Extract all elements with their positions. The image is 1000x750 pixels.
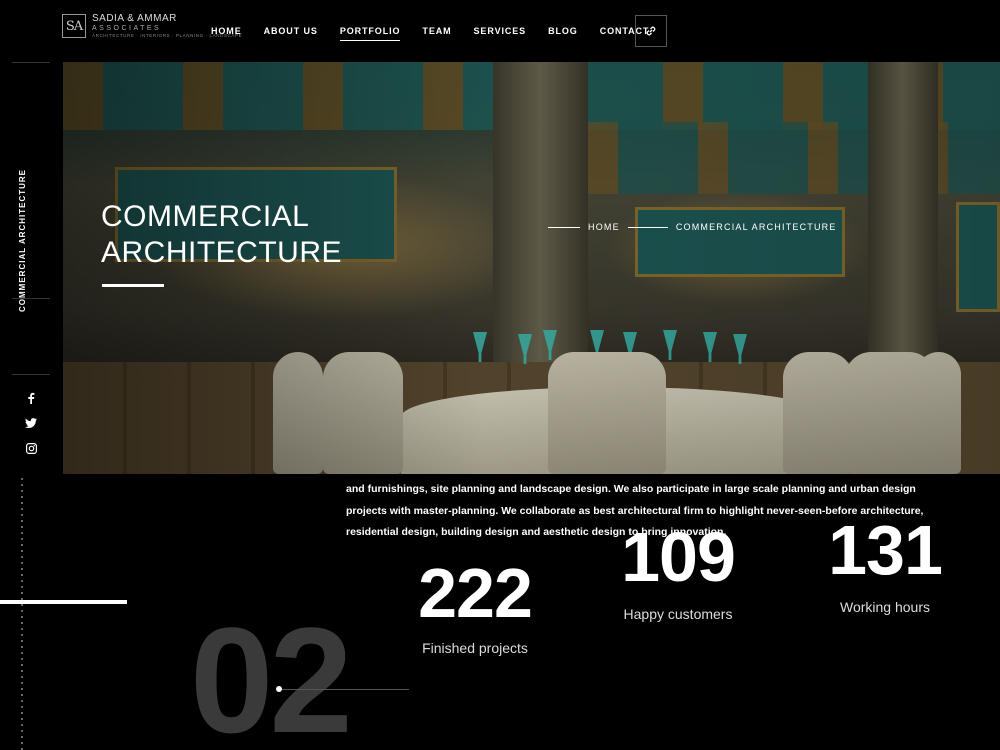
breadcrumb: HOME COMMERCIAL ARCHITECTURE [548, 222, 837, 232]
stat-working-hours: 131 Working hours [815, 515, 955, 615]
nav-portfolio[interactable]: PORTFOLIO [329, 0, 412, 62]
stat-label: Happy customers [623, 606, 733, 622]
sidebar-divider [12, 374, 50, 375]
nav-team[interactable]: TEAM [411, 0, 462, 62]
facebook-link[interactable] [22, 389, 40, 407]
twitter-icon [25, 418, 37, 428]
twitter-link[interactable] [22, 414, 40, 432]
slider-track[interactable] [279, 689, 409, 690]
stat-value: 222 [418, 554, 533, 632]
link-button[interactable] [635, 15, 667, 47]
main-nav: HOME ABOUT US PORTFOLIO TEAM SERVICES BL… [200, 0, 660, 62]
nav-blog[interactable]: BLOG [537, 0, 589, 62]
breadcrumb-home[interactable]: HOME [588, 222, 620, 232]
stat-label: Working hours [839, 599, 930, 615]
slider-knob[interactable] [276, 686, 282, 692]
sidebar-title: COMMERCIAL ARCHITECTURE [18, 169, 27, 312]
instagram-link[interactable] [22, 439, 40, 457]
stat-value: 109 [621, 518, 736, 596]
stat-label: Finished projects [422, 640, 528, 656]
sidebar-divider [12, 62, 50, 63]
facebook-icon [28, 392, 35, 404]
section-number: 02 [190, 596, 353, 750]
instagram-icon [25, 442, 37, 454]
stat-value: 131 [828, 511, 943, 589]
logo-mark: SA [62, 14, 86, 39]
page-title: COMMERCIAL ARCHITECTURE [101, 200, 343, 269]
link-icon [646, 26, 656, 36]
breadcrumb-current: COMMERCIAL ARCHITECTURE [675, 222, 837, 232]
nav-about-us[interactable]: ABOUT US [253, 0, 329, 62]
sidebar-divider [12, 298, 50, 299]
left-sidebar: COMMERCIAL ARCHITECTURE [0, 62, 63, 474]
nav-home[interactable]: HOME [200, 0, 253, 62]
nav-services[interactable]: SERVICES [463, 0, 538, 62]
stat-finished-projects: 222 Finished projects [405, 558, 545, 656]
stat-happy-customers: 109 Happy customers [608, 522, 748, 622]
top-navbar: SA SADIA & AMMAR ASSOCIATES ARCHITECTURE… [0, 0, 706, 62]
title-underline [102, 284, 164, 287]
scroll-timeline [21, 478, 23, 750]
about-highlight: best architectural firm [593, 504, 704, 517]
section-progress-bar [0, 600, 127, 604]
